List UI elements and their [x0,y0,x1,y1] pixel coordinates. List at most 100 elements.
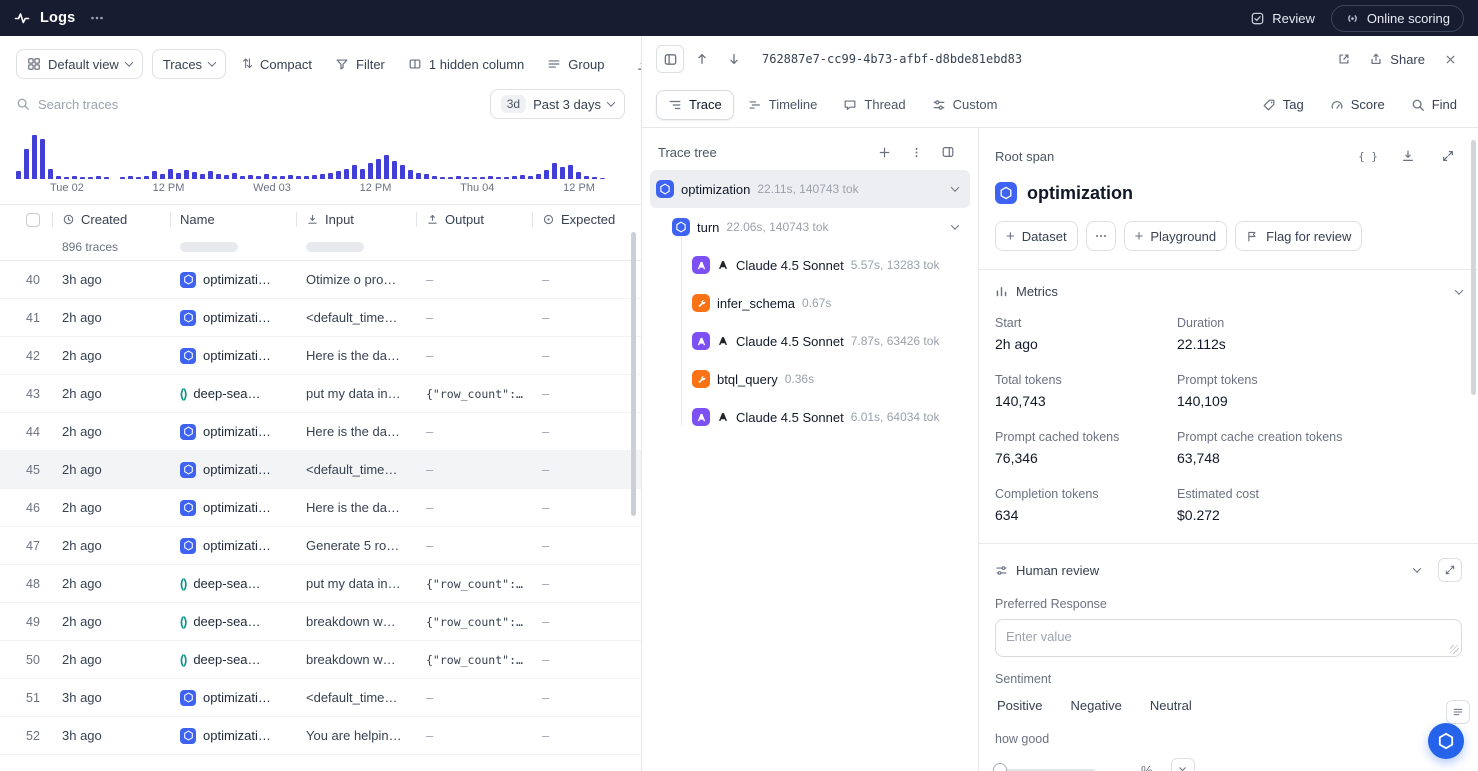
sentiment-option[interactable]: Positive [995,694,1045,717]
histogram-bar [456,176,461,179]
table-row[interactable]: 50 2h ago () deep-sea… breakdown w… {"ro… [0,641,641,679]
score-button[interactable]: Score [1323,90,1392,120]
histogram-bar [528,176,533,179]
review-button[interactable]: Review [1250,11,1315,26]
table-row[interactable]: 49 2h ago () deep-sea… breakdown w… {"ro… [0,603,641,641]
cell-input: put my data in… [296,386,416,401]
chevron-down-icon[interactable] [952,224,962,230]
preferred-response-input[interactable] [995,619,1462,657]
filter-button[interactable]: Filter [328,49,392,79]
open-external-button[interactable] [1330,45,1358,73]
sentiment-option[interactable]: Neutral [1148,694,1194,717]
chevron-down-icon[interactable] [1455,286,1463,294]
span-more-button[interactable] [1086,221,1116,251]
llm-span-icon [692,332,710,350]
flag-for-review-button[interactable]: Flag for review [1235,221,1362,251]
chevron-down-icon[interactable] [952,186,962,192]
table-row[interactable]: 52 3h ago optimizati… You are helpin… – … [0,717,641,755]
cell-created: 2h ago [52,386,170,401]
traces-selector[interactable]: Traces [152,49,226,79]
sliders-icon [995,564,1008,577]
expand-review-button[interactable] [1438,558,1462,582]
metrics-title: Metrics [1016,284,1058,299]
table-row[interactable]: 40 3h ago optimizati… Otimize o pro… – – [0,261,641,299]
column-header-output[interactable]: Output [416,205,532,234]
scrollbar[interactable] [631,232,636,516]
export-button[interactable] [629,50,642,78]
tab-custom[interactable]: Custom [920,90,1010,120]
cell-expected: – [532,272,641,287]
close-button[interactable] [1436,45,1464,73]
trace-tree-item[interactable]: turn 22.06s, 140743 tok [650,208,970,246]
tree-more-button[interactable] [902,138,930,166]
table-row[interactable]: 51 3h ago optimizati… <default_time… – – [0,679,641,717]
column-header-expected[interactable]: Expected [532,205,641,234]
table-row[interactable]: 41 2h ago optimizati… <default_time… – – [0,299,641,337]
hidden-columns-button[interactable]: 1 hidden column [401,49,531,79]
slider-thumb[interactable] [993,763,1007,771]
tab-thread[interactable]: Thread [831,90,917,120]
share-button[interactable]: Share [1362,44,1432,74]
row-number: 45 [0,463,52,477]
search-input[interactable] [38,97,482,112]
histogram-bar [520,175,525,179]
online-scoring-button[interactable]: Online scoring [1331,5,1464,32]
trace-tree-item[interactable]: Claude 4.5 Sonnet 7.87s, 63426 tok [650,322,970,360]
table-row[interactable]: 44 2h ago optimizati… Here is the da… – … [0,413,641,451]
compact-toggle[interactable]: ⇅ Compact [235,49,319,79]
column-header-created[interactable]: Created [52,205,170,234]
add-to-playground-button[interactable]: + Playground [1124,221,1228,251]
table-row[interactable]: 47 2h ago optimizati… Generate 5 ro… – – [0,527,641,565]
histogram-bar [312,175,317,179]
toggle-tree-panel-button[interactable] [934,138,962,166]
table-row[interactable]: 46 2h ago optimizati… Here is the da… – … [0,489,641,527]
cell-name: optimizati… [170,424,296,440]
group-button[interactable]: Group [540,49,611,79]
clear-score-button[interactable] [1171,758,1195,771]
table-row[interactable]: 42 2h ago optimizati… Here is the da… – … [0,337,641,375]
add-to-dataset-button[interactable]: + Dataset [995,221,1078,251]
histogram-bar [248,175,253,179]
cell-input: <default_time… [296,462,416,477]
sentiment-option[interactable]: Negative [1069,694,1124,717]
trace-tree-item[interactable]: Claude 4.5 Sonnet 6.01s, 64034 tok [650,398,970,436]
cell-expected: – [532,652,641,667]
trace-tree-item[interactable]: infer_schema 0.67s [650,284,970,322]
tab-trace[interactable]: Trace [656,90,734,120]
tag-button[interactable]: Tag [1255,90,1311,120]
tool-span-icon [692,294,710,312]
cell-input: Here is the da… [296,348,416,363]
expand-all-button[interactable] [870,138,898,166]
grid-icon [27,57,41,71]
select-all-checkbox[interactable] [26,213,40,227]
collapse-panel-button[interactable] [656,45,684,73]
trace-tree-item[interactable]: optimization 22.11s, 140743 tok [650,170,970,208]
find-button[interactable]: Find [1404,90,1464,120]
download-span-button[interactable] [1394,142,1422,170]
view-selector[interactable]: Default view [16,49,143,79]
trace-tree-item[interactable]: btql_query 0.36s [650,360,970,398]
prev-trace-button[interactable] [688,45,716,73]
trace-tree-item[interactable]: Claude 4.5 Sonnet 5.57s, 13283 tok [650,246,970,284]
optimization-span-icon [180,538,196,554]
search-icon [1411,98,1425,112]
chevron-down-icon[interactable] [1413,564,1421,572]
column-header-input[interactable]: Input [296,205,416,234]
topbar-more-button[interactable] [85,6,109,30]
cell-created: 2h ago [52,500,170,515]
table-row[interactable]: 48 2h ago () deep-sea… put my data in… {… [0,565,641,603]
view-json-button[interactable]: { } [1354,142,1382,170]
next-trace-button[interactable] [720,45,748,73]
trace-histogram[interactable]: Tue 0212 PMWed 0312 PMThu 0412 PM [16,127,625,194]
histogram-bar [16,171,21,179]
toggle-comments-button[interactable] [1446,700,1470,724]
column-header-name[interactable]: Name [170,205,296,234]
time-range-selector[interactable]: 3d Past 3 days [490,89,625,119]
table-row[interactable]: 43 2h ago () deep-sea… put my data in… {… [0,375,641,413]
scrollbar[interactable] [1471,140,1476,395]
assistant-fab[interactable] [1428,723,1464,759]
expand-span-button[interactable] [1434,142,1462,170]
table-row[interactable]: 45 2h ago optimizati… <default_time… – – [0,451,641,489]
tab-timeline[interactable]: Timeline [736,90,830,120]
row-number: 42 [0,349,52,363]
